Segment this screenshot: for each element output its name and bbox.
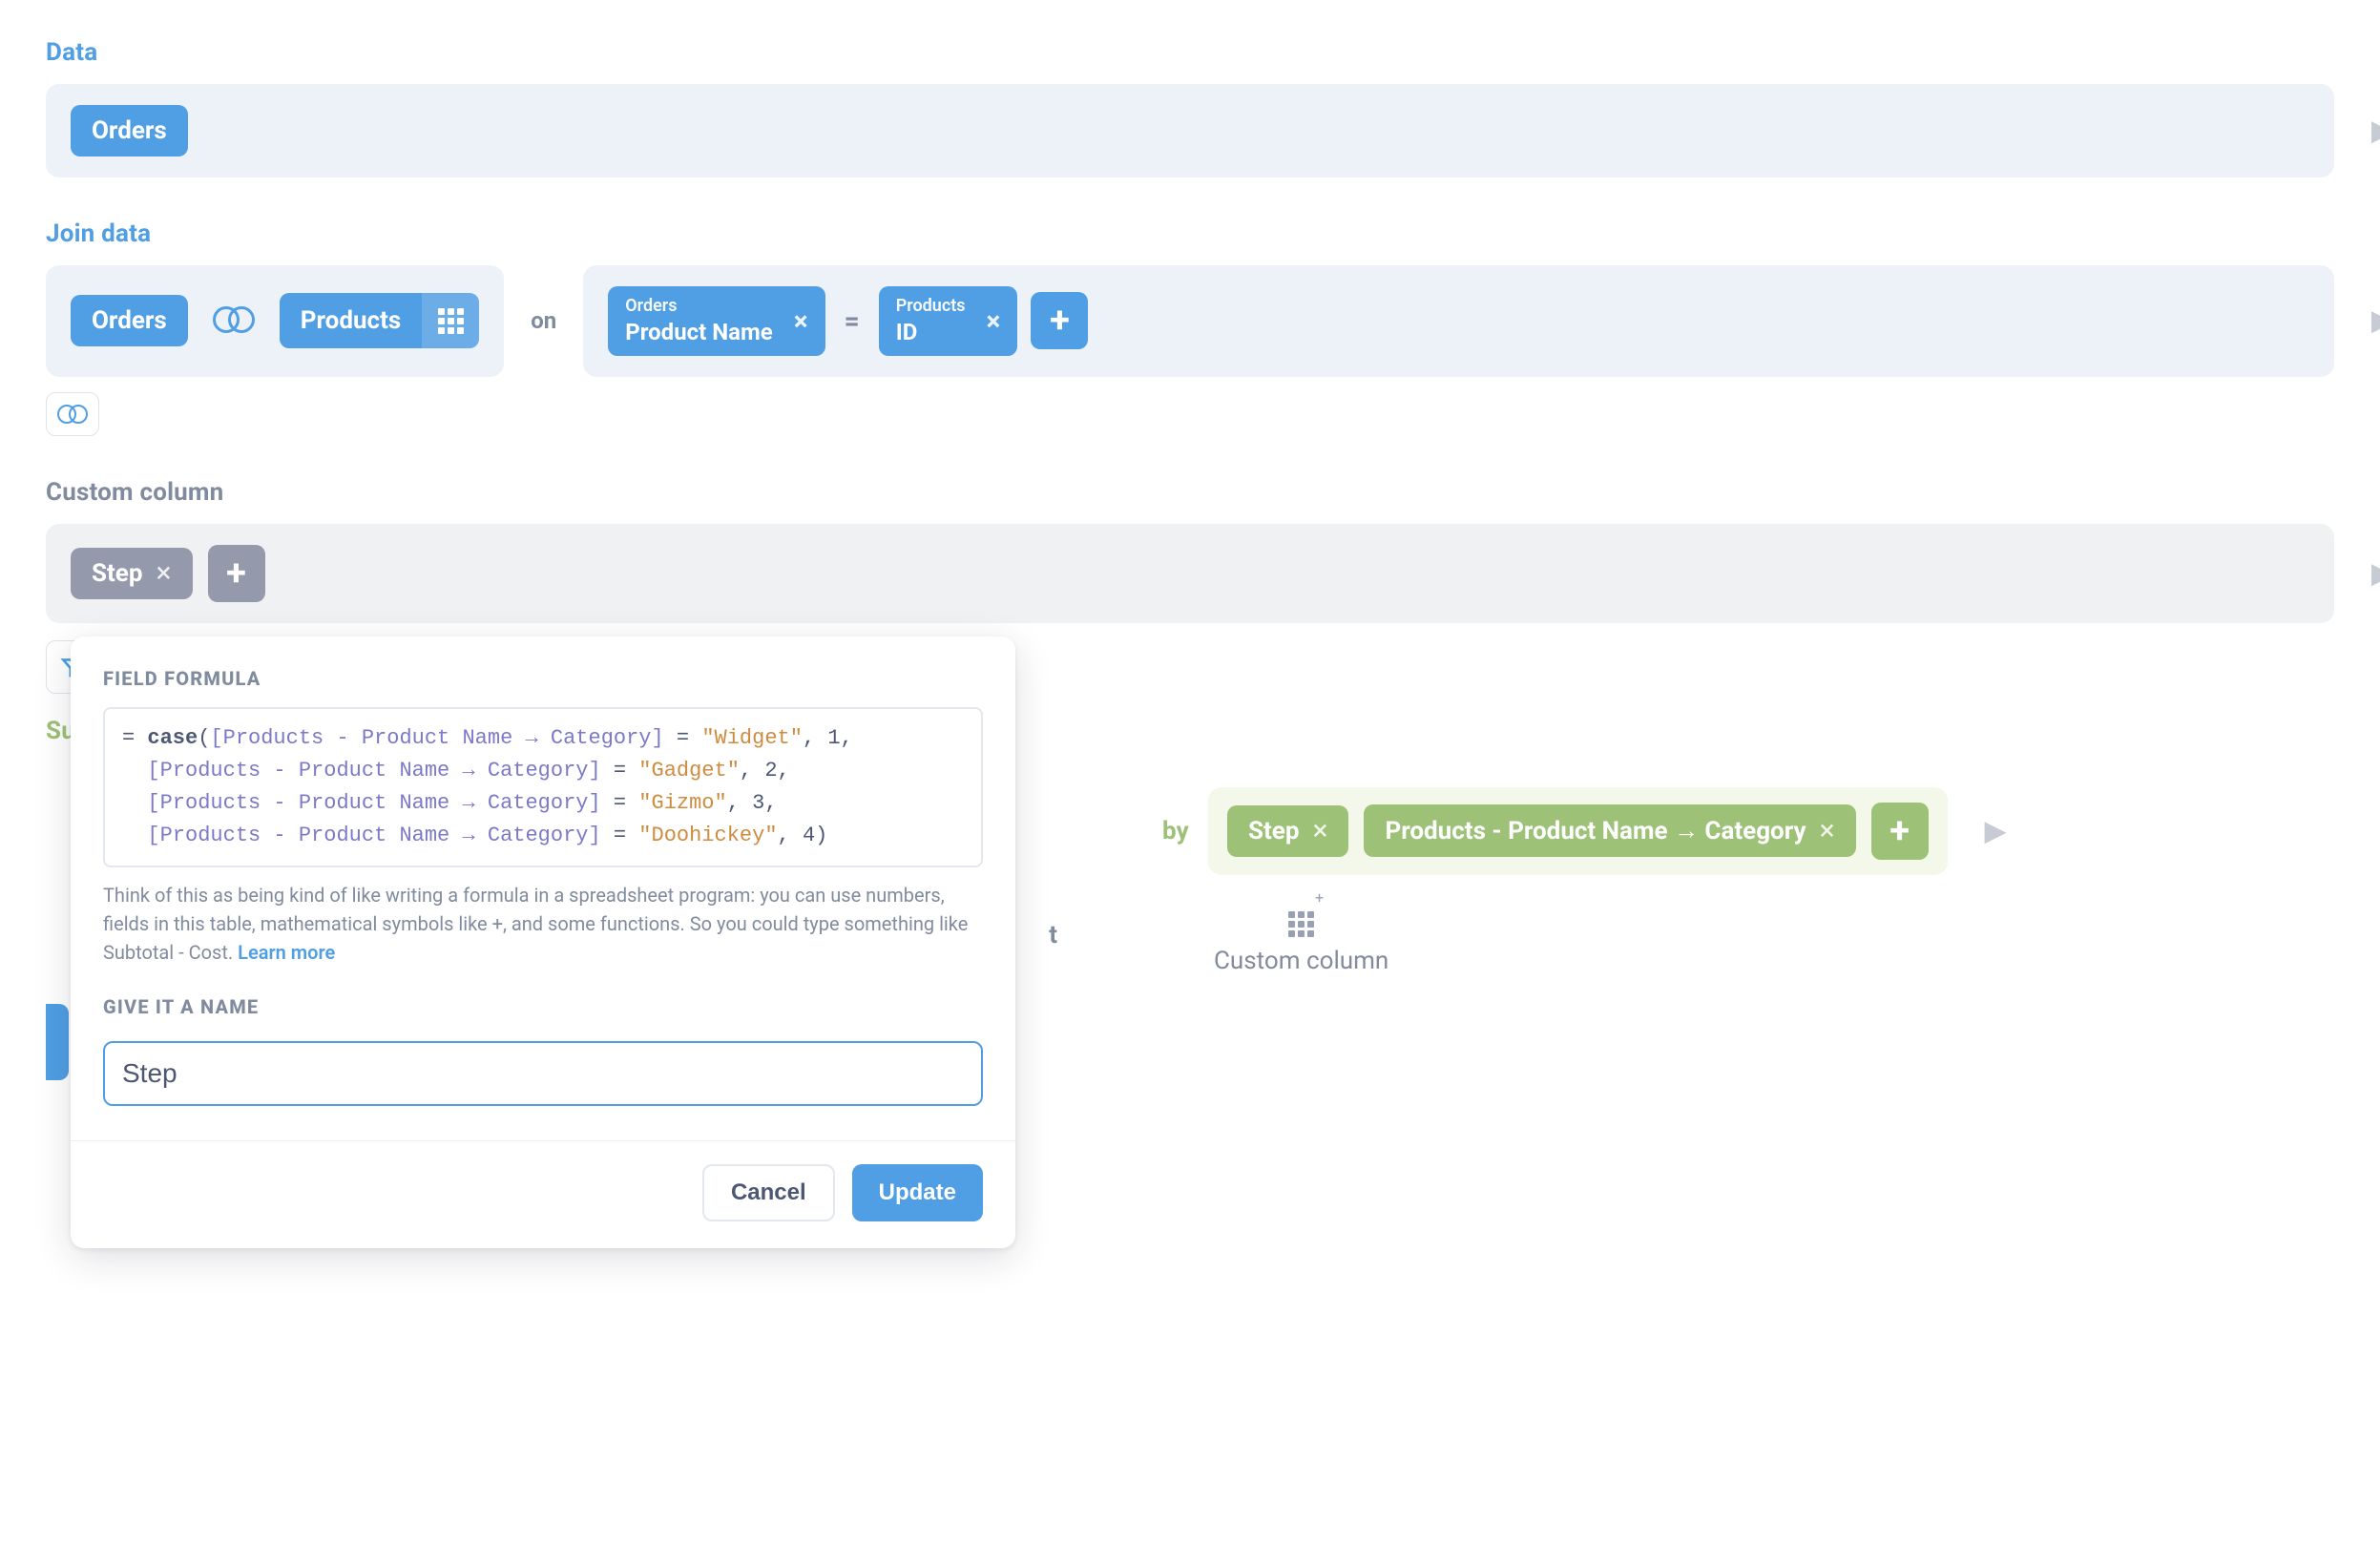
code-open: ( [198,726,210,750]
row-limit-tail-text: t [1049,921,1057,949]
column-name-input[interactable] [103,1041,983,1106]
remove-left-field-icon[interactable]: × [794,305,808,337]
code-num: 4 [803,824,815,847]
popover-divider [71,1140,1015,1141]
formula-help-text: Think of this as being kind of like writ… [103,881,983,967]
visualize-button-partial[interactable] [46,1004,69,1080]
code-eq: = [122,726,147,750]
remove-custom-column-icon[interactable]: × [156,559,171,588]
code-string: "Widget" [701,726,803,750]
section-label-custom-column: Custom column [46,478,2334,507]
code-string: "Doohickey" [638,824,777,847]
sort-panel: Step × Products - Product Name → Categor… [1208,787,1948,875]
code-field: [Products - Product Name → Category] [147,759,600,782]
code-op: = [601,824,639,847]
code-num: 3 [752,791,764,815]
custom-column-add-icon [1288,896,1314,937]
join-left-field-chip[interactable]: Orders Product Name × [608,286,825,356]
section-label-data: Data [46,38,2334,67]
join-left-panel: Orders Products [46,265,504,377]
custom-column-chip-label: Step [92,559,142,588]
join-right-field-table: Products [896,296,966,318]
sort-by-text: by [1162,817,1189,845]
join-right-field-name: ID [896,318,966,346]
join-condition-panel: Orders Product Name × = Products ID × + … [583,265,2334,377]
code-field: [Products - Product Name → Category] [147,791,600,815]
custom-column-panel: Step × + ▶ FIELD FORMULA = case([Product… [46,524,2334,623]
join-left-table-chip[interactable]: Orders [71,295,188,346]
help-text-body: Think of this as being kind of like writ… [103,884,968,964]
join-left-table-label: Orders [92,306,167,335]
learn-more-link[interactable]: Learn more [238,941,335,964]
join-right-field-chip[interactable]: Products ID × [879,286,1018,356]
section-label-join: Join data [46,219,2334,248]
custom-column-chip[interactable]: Step × [71,548,193,599]
remove-sort-2-icon[interactable]: × [1820,817,1835,845]
code-keyword: case [147,726,198,750]
data-panel[interactable]: Orders ▶ [46,84,2334,177]
join-right-table-label: Products [280,293,422,348]
collapse-arrow-icon[interactable]: ▶ [1985,814,2007,847]
code-op: = [601,791,639,815]
join-right-table-chip[interactable]: Products [280,293,479,348]
table-columns-icon[interactable] [422,293,479,348]
add-sort-field-button[interactable]: + [1871,803,1929,860]
code-op: = [601,759,639,782]
code-close: ) [815,824,827,847]
code-field: [Products - Product Name → Category] [147,824,600,847]
code-string: "Gizmo" [638,791,726,815]
add-custom-column-step[interactable]: Custom column [1214,896,1388,975]
add-join-condition-button[interactable]: + [1031,292,1088,349]
join-left-field-table: Orders [625,296,773,318]
code-num: 1 [827,726,840,750]
field-formula-label: FIELD FORMULA [103,667,983,690]
cancel-button[interactable]: Cancel [702,1164,835,1221]
formula-editor[interactable]: = case([Products - Product Name → Catego… [103,707,983,867]
join-left-field-name: Product Name [625,318,773,346]
collapse-arrow-icon[interactable]: ▶ [2371,115,2380,148]
custom-column-editor-popover: FIELD FORMULA = case([Products - Product… [71,636,1015,1248]
code-op: = [664,726,702,750]
sort-field-chip-1[interactable]: Step × [1227,805,1349,857]
data-source-chip-label: Orders [92,116,167,145]
remove-right-field-icon[interactable]: × [987,305,1001,337]
collapse-arrow-icon[interactable]: ▶ [2371,556,2380,590]
code-field: [Products - Product Name → Category] [210,726,663,750]
sort-field-1-label: Step [1248,817,1299,845]
code-num: 2 [764,759,777,782]
give-name-label: GIVE IT A NAME [103,995,983,1018]
remove-sort-1-icon[interactable]: × [1312,817,1327,845]
join-on-text: on [531,265,556,377]
code-string: "Gadget" [638,759,740,782]
sort-field-chip-2[interactable]: Products - Product Name → Category × [1364,804,1855,857]
update-button[interactable]: Update [852,1164,983,1221]
data-source-chip[interactable]: Orders [71,105,188,156]
custom-column-step-label: Custom column [1214,947,1388,975]
add-join-step-button[interactable] [46,392,99,436]
join-equals-text: = [839,305,866,337]
sort-field-2-label: Products - Product Name → Category [1385,816,1806,845]
collapse-arrow-icon[interactable]: ▶ [2371,304,2380,338]
join-type-icon[interactable] [205,292,262,349]
add-custom-column-button[interactable]: + [208,545,265,602]
